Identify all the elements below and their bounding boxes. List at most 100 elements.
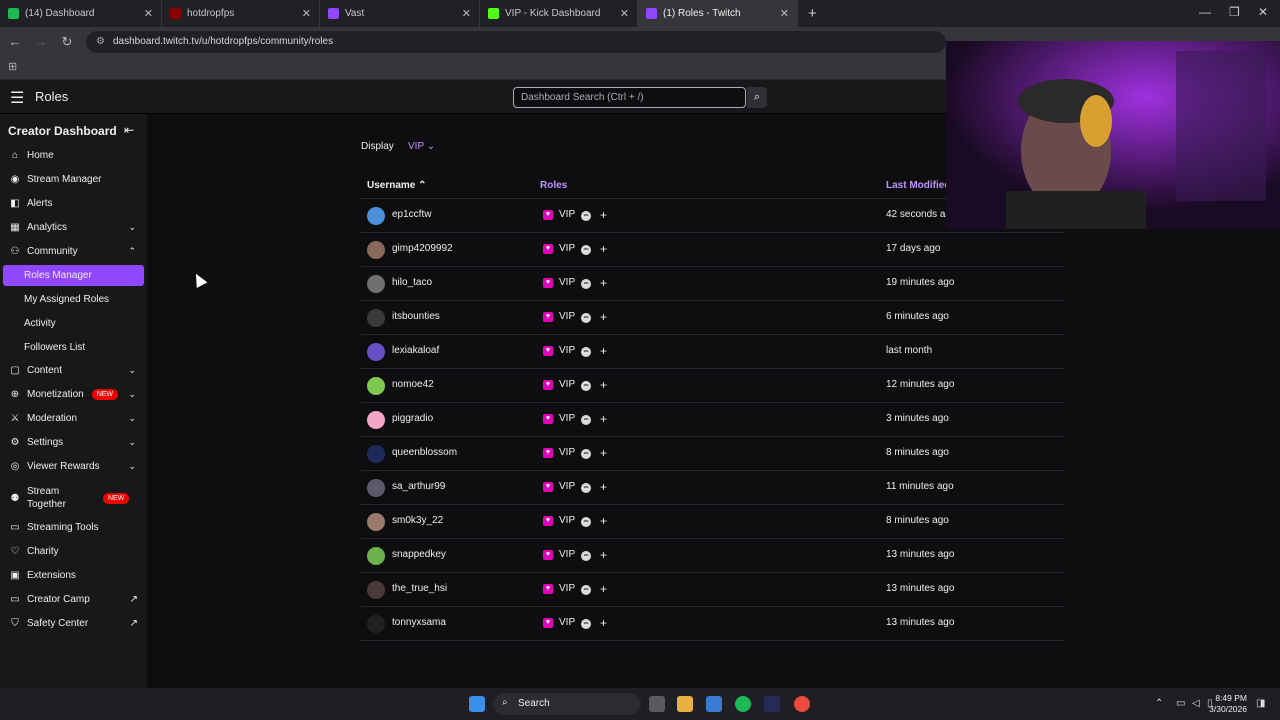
sidebar-item-followers-list[interactable]: Followers List bbox=[3, 337, 144, 358]
sidebar-item-content[interactable]: ▢ Content ⌄ bbox=[3, 360, 144, 381]
close-icon[interactable]: ✕ bbox=[780, 7, 789, 20]
volume-icon[interactable]: ◁ bbox=[1192, 698, 1200, 709]
hud-fx-icon[interactable] bbox=[764, 696, 780, 712]
close-icon[interactable]: ✕ bbox=[620, 7, 629, 20]
username-link[interactable]: itsbounties bbox=[392, 311, 440, 322]
sidebar-item-viewer-rewards[interactable]: ◎ Viewer Rewards ⌄ bbox=[3, 456, 144, 477]
sidebar-item-safety-center[interactable]: ⛉ Safety Center ↗ bbox=[3, 613, 144, 634]
close-icon[interactable]: ✕ bbox=[462, 7, 471, 20]
remove-role-icon[interactable]: − bbox=[581, 381, 591, 391]
sidebar-item-stream-manager[interactable]: ◉ Stream Manager bbox=[3, 169, 144, 190]
avatar[interactable] bbox=[367, 479, 385, 497]
add-role-icon[interactable]: + bbox=[600, 208, 607, 222]
username-link[interactable]: the_true_hsi bbox=[392, 583, 447, 594]
browser-tab[interactable]: VIP - Kick Dashboard ✕ bbox=[480, 0, 638, 27]
sidebar-item-charity[interactable]: ♡ Charity bbox=[3, 541, 144, 562]
username-link[interactable]: tonnyxsama bbox=[392, 617, 446, 628]
browser-tab-active[interactable]: (1) Roles - Twitch ✕ bbox=[638, 0, 798, 27]
sidebar-item-settings[interactable]: ⚙ Settings ⌄ bbox=[3, 432, 144, 453]
network-icon[interactable]: ▭ bbox=[1176, 698, 1185, 709]
taskbar-search[interactable]: ⌕ Search bbox=[493, 693, 641, 715]
display-role-dropdown[interactable]: VIP ⌄ bbox=[408, 141, 435, 152]
add-role-icon[interactable]: + bbox=[600, 276, 607, 290]
remove-role-icon[interactable]: − bbox=[581, 211, 591, 221]
add-role-icon[interactable]: + bbox=[600, 446, 607, 460]
task-view-icon[interactable] bbox=[649, 696, 665, 712]
avatar[interactable] bbox=[367, 241, 385, 259]
collapse-sidebar-icon[interactable]: ⇤ bbox=[124, 123, 134, 137]
reload-icon[interactable]: ↻ bbox=[56, 34, 78, 50]
avatar[interactable] bbox=[367, 275, 385, 293]
username-link[interactable]: queenblossom bbox=[392, 447, 457, 458]
apps-grid-icon[interactable]: ⊞ bbox=[8, 60, 17, 73]
add-role-icon[interactable]: + bbox=[600, 514, 607, 528]
remove-role-icon[interactable]: − bbox=[581, 585, 591, 595]
username-link[interactable]: nomoe42 bbox=[392, 379, 434, 390]
remove-role-icon[interactable]: − bbox=[581, 551, 591, 561]
forward-icon[interactable]: → bbox=[30, 34, 52, 49]
add-role-icon[interactable]: + bbox=[600, 344, 607, 358]
back-icon[interactable]: ← bbox=[4, 34, 26, 49]
username-link[interactable]: sa_arthur99 bbox=[392, 481, 445, 492]
roles-column-header[interactable]: Roles bbox=[540, 180, 567, 191]
add-role-icon[interactable]: + bbox=[600, 480, 607, 494]
username-link[interactable]: lexiakaloaf bbox=[392, 345, 439, 356]
sidebar-item-community[interactable]: ⚇ Community ⌃ bbox=[3, 241, 144, 262]
sidebar-item-alerts[interactable]: ◧ Alerts bbox=[3, 193, 144, 214]
sidebar-item-roles-manager[interactable]: Roles Manager bbox=[3, 265, 144, 286]
username-link[interactable]: sm0k3y_22 bbox=[392, 515, 443, 526]
add-role-icon[interactable]: + bbox=[600, 582, 607, 596]
windows-start-icon[interactable] bbox=[469, 696, 485, 712]
avatar[interactable] bbox=[367, 343, 385, 361]
sidebar-item-my-assigned-roles[interactable]: My Assigned Roles bbox=[3, 289, 144, 310]
hamburger-menu-icon[interactable]: ☰ bbox=[10, 88, 24, 108]
username-link[interactable]: ep1ccftw bbox=[392, 209, 431, 220]
minimize-icon[interactable]: — bbox=[1199, 5, 1211, 19]
sidebar-item-monetization[interactable]: ⊕ Monetization NEW ⌄ bbox=[3, 384, 144, 405]
add-role-icon[interactable]: + bbox=[600, 242, 607, 256]
new-tab-icon[interactable]: + bbox=[808, 5, 817, 22]
sidebar-item-creator-camp[interactable]: ▭ Creator Camp ↗ bbox=[3, 589, 144, 610]
browser-tab[interactable]: (14) Dashboard ✕ bbox=[0, 0, 162, 27]
avatar[interactable] bbox=[367, 513, 385, 531]
close-icon[interactable]: ✕ bbox=[302, 7, 311, 20]
add-role-icon[interactable]: + bbox=[600, 412, 607, 426]
avatar[interactable] bbox=[367, 581, 385, 599]
remove-role-icon[interactable]: − bbox=[581, 517, 591, 527]
close-icon[interactable]: ✕ bbox=[144, 7, 153, 20]
remove-role-icon[interactable]: − bbox=[581, 449, 591, 459]
username-link[interactable]: snappedkey bbox=[392, 549, 446, 560]
sidebar-item-streaming-tools[interactable]: ▭ Streaming Tools bbox=[3, 517, 144, 538]
avatar[interactable] bbox=[367, 411, 385, 429]
last-modified-column-header[interactable]: Last Modified bbox=[886, 180, 950, 191]
remove-role-icon[interactable]: − bbox=[581, 347, 591, 357]
remove-role-icon[interactable]: − bbox=[581, 415, 591, 425]
dashboard-search-input[interactable]: Dashboard Search (Ctrl + /) bbox=[513, 87, 746, 108]
avatar[interactable] bbox=[367, 377, 385, 395]
tray-overflow-icon[interactable]: ⌃ bbox=[1155, 698, 1163, 709]
maximize-icon[interactable]: ❐ bbox=[1229, 5, 1240, 19]
add-role-icon[interactable]: + bbox=[600, 378, 607, 392]
avatar[interactable] bbox=[367, 547, 385, 565]
browser-tab[interactable]: Vast ✕ bbox=[320, 0, 480, 27]
add-role-icon[interactable]: + bbox=[600, 548, 607, 562]
spotify-icon[interactable] bbox=[735, 696, 751, 712]
sidebar-item-moderation[interactable]: ⚔ Moderation ⌄ bbox=[3, 408, 144, 429]
avatar[interactable] bbox=[367, 207, 385, 225]
sidebar-item-extensions[interactable]: ▣ Extensions bbox=[3, 565, 144, 586]
avatar[interactable] bbox=[367, 309, 385, 327]
sidebar-item-analytics[interactable]: ▦ Analytics ⌄ bbox=[3, 217, 144, 238]
sidebar-item-stream-together[interactable]: ⚉ Stream Together NEW bbox=[3, 483, 144, 513]
remove-role-icon[interactable]: − bbox=[581, 483, 591, 493]
window-close-icon[interactable]: ✕ bbox=[1258, 5, 1268, 19]
chrome-icon[interactable] bbox=[794, 696, 810, 712]
taskbar-clock[interactable]: 8:49 PM 3/30/2026 bbox=[1209, 693, 1247, 715]
remove-role-icon[interactable]: − bbox=[581, 245, 591, 255]
avatar[interactable] bbox=[367, 445, 385, 463]
notification-icon[interactable]: ◨ bbox=[1256, 698, 1265, 709]
remove-role-icon[interactable]: − bbox=[581, 619, 591, 629]
avatar[interactable] bbox=[367, 615, 385, 633]
search-icon[interactable]: ⌕ bbox=[747, 87, 767, 108]
url-field[interactable]: ⚙ dashboard.twitch.tv/u/hotdropfps/commu… bbox=[86, 30, 946, 53]
username-link[interactable]: gimp4209992 bbox=[392, 243, 453, 254]
